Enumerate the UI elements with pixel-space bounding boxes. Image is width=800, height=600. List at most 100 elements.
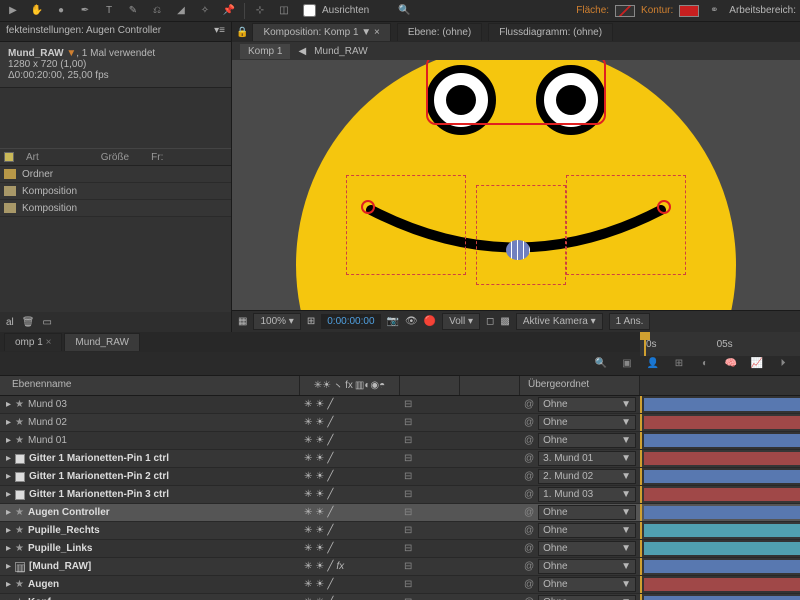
- project-row-comp[interactable]: Komposition: [0, 183, 231, 200]
- roto-tool-icon[interactable]: ✧: [196, 2, 214, 20]
- search-input-icon[interactable]: 🔍: [592, 355, 610, 373]
- quality-switch[interactable]: ╱: [327, 471, 333, 482]
- comp-mini-icon[interactable]: ▣: [618, 355, 636, 373]
- col-layername[interactable]: Ebenenname: [0, 376, 300, 395]
- tab-composition[interactable]: Komposition: Komp 1 ▼ ×: [252, 23, 390, 41]
- quality-switch[interactable]: ╱: [327, 399, 333, 410]
- frame-blend-icon[interactable]: ⊞: [670, 355, 688, 373]
- shy-icon[interactable]: 👤: [644, 355, 662, 373]
- composition-viewer[interactable]: [232, 60, 800, 310]
- quality-switch[interactable]: ╱: [327, 417, 333, 428]
- puppet-pin[interactable]: [657, 200, 671, 214]
- parent-dropdown[interactable]: 2. Mund 02▼: [538, 469, 636, 484]
- shy-switch[interactable]: ✳: [304, 507, 312, 518]
- timeline-tab-mund[interactable]: Mund_RAW: [64, 333, 140, 351]
- selection-box[interactable]: [346, 175, 466, 275]
- layer-bar[interactable]: [644, 416, 800, 429]
- collapse-switch[interactable]: ☀: [315, 525, 324, 536]
- pickwhip-icon[interactable]: @: [524, 525, 534, 536]
- pen-tool-icon[interactable]: ✒: [76, 2, 94, 20]
- layer-bar[interactable]: [644, 398, 800, 411]
- tab-flowchart[interactable]: Flussdiagramm: (ohne): [488, 23, 613, 41]
- roi-icon[interactable]: ◻: [486, 316, 494, 327]
- text-tool-icon[interactable]: T: [100, 2, 118, 20]
- asset-name[interactable]: Mund_RAW: [8, 48, 64, 59]
- layer-row[interactable]: ▸ Gitter 1 Marionetten-Pin 1 ctrl✳ ☀ ╱⊟@…: [0, 450, 800, 468]
- layer-row[interactable]: ▸ Gitter 1 Marionetten-Pin 3 ctrl✳ ☀ ╱⊟@…: [0, 486, 800, 504]
- stamp-tool-icon[interactable]: ⎌: [148, 2, 166, 20]
- parent-dropdown[interactable]: Ohne▼: [538, 559, 636, 574]
- layer-bar[interactable]: [644, 434, 800, 447]
- layer-row[interactable]: ▸ ★ Pupille_Rechts✳ ☀ ╱⊟@Ohne▼: [0, 522, 800, 540]
- layer-bar[interactable]: [644, 488, 800, 501]
- label-column-icon[interactable]: [4, 152, 14, 162]
- pickwhip-icon[interactable]: @: [524, 489, 534, 500]
- quality-switch[interactable]: ╱: [327, 561, 333, 572]
- layer-bar[interactable]: [644, 578, 800, 591]
- pickwhip-icon[interactable]: @: [524, 399, 534, 410]
- dropdown-icon[interactable]: ▼: [361, 27, 371, 38]
- brush-tool-icon[interactable]: ✎: [124, 2, 142, 20]
- parent-dropdown[interactable]: Ohne▼: [538, 397, 636, 412]
- layer-row[interactable]: ▸ ★ Augen✳ ☀ ╱⊟@Ohne▼: [0, 576, 800, 594]
- col-parent[interactable]: Übergeordnet: [520, 376, 640, 395]
- timeline-tab-comp[interactable]: omp 1 ×: [4, 333, 62, 351]
- fx-switch[interactable]: fx: [336, 561, 344, 572]
- layer-row[interactable]: ▸ Gitter 1 Marionetten-Pin 2 ctrl✳ ☀ ╱⊟@…: [0, 468, 800, 486]
- puppet-pin-center[interactable]: [506, 240, 530, 260]
- shy-switch[interactable]: ✳: [304, 525, 312, 536]
- layer-bar[interactable]: [644, 506, 800, 519]
- quality-switch[interactable]: ╱: [327, 435, 333, 446]
- pickwhip-icon[interactable]: @: [524, 417, 534, 428]
- snap-icon[interactable]: ◫: [275, 2, 293, 20]
- shy-switch[interactable]: ✳: [304, 471, 312, 482]
- motion-blur-icon[interactable]: ◐: [696, 355, 714, 373]
- panel-menu-icon[interactable]: ▾≡: [214, 25, 225, 38]
- parent-dropdown[interactable]: 3. Mund 01▼: [538, 451, 636, 466]
- pickwhip-icon[interactable]: @: [524, 453, 534, 464]
- pickwhip-icon[interactable]: @: [524, 507, 534, 518]
- collapse-switch[interactable]: ☀: [315, 507, 324, 518]
- collapse-switch[interactable]: ☀: [315, 579, 324, 590]
- align-checkbox[interactable]: [303, 4, 316, 17]
- puppet-pin[interactable]: [361, 200, 375, 214]
- shy-switch[interactable]: ✳: [304, 489, 312, 500]
- search-icon[interactable]: 🔍: [395, 2, 413, 20]
- shy-switch[interactable]: ✳: [304, 561, 312, 572]
- axis-icon[interactable]: ⊹: [251, 2, 269, 20]
- layer-row[interactable]: ▸ ▥ [Mund_RAW]✳ ☀ ╱ fx⊟@Ohne▼: [0, 558, 800, 576]
- shy-switch[interactable]: ✳: [304, 579, 312, 590]
- transparency-icon[interactable]: ▩: [500, 316, 509, 327]
- col-size[interactable]: Größe: [101, 152, 129, 163]
- layer-row[interactable]: ▸ ★ Augen Controller✳ ☀ ╱⊟@Ohne▼: [0, 504, 800, 522]
- layer-row[interactable]: ▸ ★ Mund 03✳ ☀ ╱⊟@Ohne▼: [0, 396, 800, 414]
- shy-switch[interactable]: ✳: [304, 399, 312, 410]
- hand-tool-icon[interactable]: ✋: [28, 2, 46, 20]
- camera-dropdown[interactable]: Aktive Kamera ▾: [516, 313, 603, 330]
- brain-icon[interactable]: 🧠: [722, 355, 740, 373]
- puppet-tool-icon[interactable]: 📌: [220, 2, 238, 20]
- parent-dropdown[interactable]: Ohne▼: [538, 523, 636, 538]
- quality-switch[interactable]: ╱: [327, 525, 333, 536]
- views-dropdown[interactable]: 1 Ans.: [609, 313, 651, 330]
- shy-switch[interactable]: ✳: [304, 453, 312, 464]
- selection-box[interactable]: [476, 185, 566, 285]
- zoom-dropdown[interactable]: 100% ▾: [253, 313, 300, 330]
- close-tab-icon[interactable]: ×: [374, 27, 380, 38]
- quality-switch[interactable]: ╱: [327, 579, 333, 590]
- collapse-switch[interactable]: ☀: [315, 453, 324, 464]
- selection-box[interactable]: [566, 175, 686, 275]
- pickwhip-icon[interactable]: @: [524, 471, 534, 482]
- bpc-icon[interactable]: ▭: [43, 317, 52, 328]
- shy-switch[interactable]: ✳: [304, 417, 312, 428]
- layer-row[interactable]: ▸ ★ Mund 02✳ ☀ ╱⊟@Ohne▼: [0, 414, 800, 432]
- collapse-switch[interactable]: ☀: [315, 543, 324, 554]
- eraser-tool-icon[interactable]: ◢: [172, 2, 190, 20]
- parent-dropdown[interactable]: Ohne▼: [538, 505, 636, 520]
- quality-switch[interactable]: ╱: [327, 489, 333, 500]
- fill-swatch[interactable]: [615, 5, 635, 17]
- parent-dropdown[interactable]: Ohne▼: [538, 415, 636, 430]
- collapse-switch[interactable]: ☀: [315, 561, 324, 572]
- shy-switch[interactable]: ✳: [304, 435, 312, 446]
- layer-bar[interactable]: [644, 524, 800, 537]
